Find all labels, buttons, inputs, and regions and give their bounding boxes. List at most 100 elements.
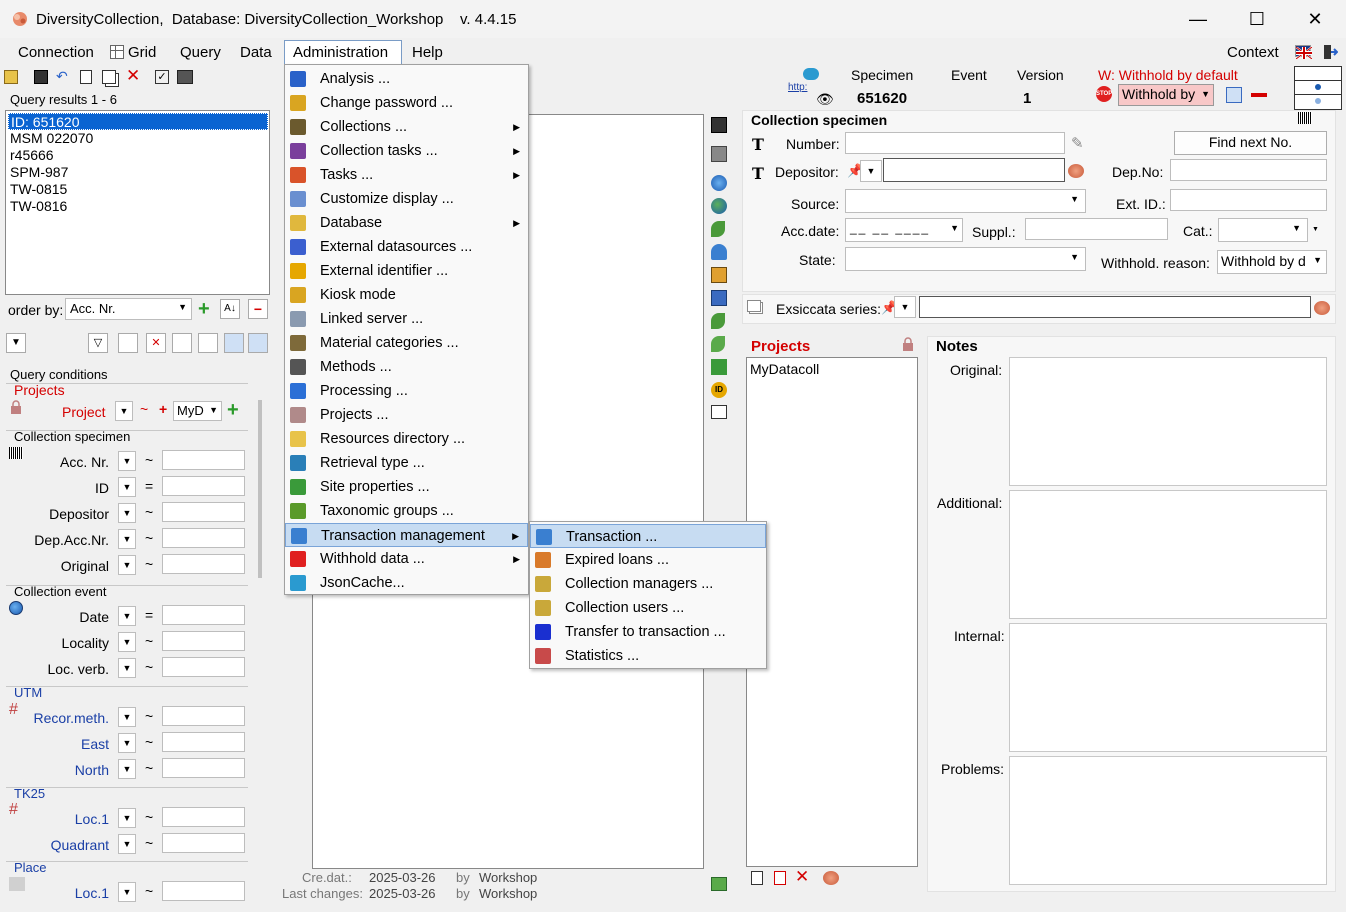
more-icon[interactable]: ▼ xyxy=(1312,226,1319,233)
list-item[interactable]: SPM-987 xyxy=(8,164,68,181)
scrollbar[interactable] xyxy=(258,400,262,578)
eye-icon[interactable]: 👁 xyxy=(816,91,834,108)
open-icon[interactable] xyxy=(4,70,18,84)
admin-menu-item[interactable]: Change password ... xyxy=(285,91,528,115)
filter-icon[interactable]: ▽ xyxy=(88,333,108,353)
menu-context[interactable]: Context xyxy=(1227,44,1279,61)
copy-icon[interactable] xyxy=(102,70,116,84)
globe-search-icon[interactable] xyxy=(711,175,727,191)
menu-help[interactable]: Help xyxy=(412,44,443,61)
grid-view-icon[interactable] xyxy=(177,70,193,84)
new-icon[interactable] xyxy=(80,70,92,84)
add-order-icon[interactable]: + xyxy=(198,298,210,320)
dep-no-input[interactable] xyxy=(1170,159,1327,181)
transaction-menu-item[interactable]: Transaction ... xyxy=(530,524,766,548)
admin-menu-item[interactable]: Collections ... ▶ xyxy=(285,115,528,139)
condition-input[interactable] xyxy=(162,502,245,522)
list-view2-icon[interactable] xyxy=(248,333,268,353)
operator-dropdown[interactable]: ▼ xyxy=(118,808,136,828)
admin-menu-item[interactable]: Resources directory ... xyxy=(285,427,528,451)
exsiccata-input[interactable] xyxy=(919,296,1311,318)
transaction-menu-item[interactable]: Statistics ... xyxy=(530,644,766,668)
operator-dropdown[interactable]: ▼ xyxy=(118,451,136,471)
leaf-icon[interactable] xyxy=(711,221,725,237)
condition-input[interactable] xyxy=(162,758,245,778)
admin-menu-item[interactable]: Analysis ... xyxy=(285,67,528,91)
new-red-icon[interactable] xyxy=(774,871,786,885)
admin-menu-item[interactable]: Kiosk mode xyxy=(285,283,528,307)
menu-grid[interactable]: Grid xyxy=(128,44,156,61)
uk-flag-icon[interactable] xyxy=(1295,45,1313,60)
source-select[interactable]: ▼ xyxy=(845,189,1086,213)
notes-internal-input[interactable] xyxy=(1009,623,1327,752)
admin-menu-item[interactable]: Processing ... xyxy=(285,379,528,403)
leaf2-icon[interactable] xyxy=(711,313,725,329)
new-project-icon[interactable] xyxy=(751,871,763,885)
id-icon[interactable]: ID xyxy=(711,382,727,398)
filter-add-icon[interactable] xyxy=(118,333,138,353)
admin-menu-item[interactable]: Transaction management ▶ xyxy=(285,523,528,547)
withhold-select[interactable]: Withhold by ▼ xyxy=(1118,84,1214,106)
list-item[interactable]: r45666 xyxy=(8,147,54,164)
condition-input[interactable] xyxy=(162,554,245,574)
admin-menu-item[interactable]: External datasources ... xyxy=(285,235,528,259)
admin-menu-item[interactable]: Material categories ... xyxy=(285,331,528,355)
notes-original-input[interactable] xyxy=(1009,357,1327,486)
condition-input[interactable] xyxy=(162,657,245,677)
close-button[interactable]: ✕ xyxy=(1303,8,1327,30)
notes-additional-input[interactable] xyxy=(1009,490,1327,619)
thumbnail-stack[interactable] xyxy=(1294,66,1342,110)
transaction-menu-item[interactable]: Transfer to transaction ... xyxy=(530,620,766,644)
admin-menu-item[interactable]: Database ▶ xyxy=(285,211,528,235)
leaf3-icon[interactable] xyxy=(711,336,725,352)
admin-menu-item[interactable]: Tasks ... ▶ xyxy=(285,163,528,187)
projects-list[interactable]: MyDatacoll xyxy=(746,357,918,867)
expand-icon[interactable]: ▼ xyxy=(6,333,26,353)
list-item[interactable]: TW-0815 xyxy=(8,181,67,198)
condition-input[interactable] xyxy=(162,476,245,496)
find-next-button[interactable]: Find next No. xyxy=(1174,131,1327,155)
menu-administration[interactable]: Administration xyxy=(293,44,388,61)
delete-project-icon[interactable]: ✕ xyxy=(795,867,809,887)
list-item[interactable]: ID: 651620 xyxy=(8,113,268,130)
link-project-icon[interactable] xyxy=(823,871,839,885)
exit-icon[interactable] xyxy=(1322,44,1339,60)
list-item[interactable]: MyDatacoll xyxy=(750,361,819,377)
withhold-reason-select[interactable]: Withhold by d ▼ xyxy=(1217,250,1327,274)
condition-input[interactable] xyxy=(162,605,245,625)
admin-menu-item[interactable]: Projects ... xyxy=(285,403,528,427)
menu-connection[interactable]: Connection xyxy=(18,44,94,61)
minus-dropdown-icon[interactable] xyxy=(1251,93,1267,97)
admin-menu-item[interactable]: Withhold data ... ▶ xyxy=(285,547,528,571)
state-select[interactable]: ▼ xyxy=(845,247,1086,271)
undo-icon[interactable]: ↶ xyxy=(56,68,68,85)
operator-dropdown[interactable]: ▼ xyxy=(118,606,136,626)
order-by-select[interactable]: Acc. Nr. ▼ xyxy=(65,298,192,320)
delete-icon[interactable]: ✕ xyxy=(126,66,140,86)
cloud-icon[interactable] xyxy=(803,68,819,80)
admin-menu-item[interactable]: Methods ... xyxy=(285,355,528,379)
transaction-menu-item[interactable]: Collection managers ... xyxy=(530,572,766,596)
condition-input[interactable] xyxy=(162,528,245,548)
lock-icon[interactable] xyxy=(902,337,914,351)
admin-menu-item[interactable]: Collection tasks ... ▶ xyxy=(285,139,528,163)
pencil-icon[interactable]: ✎ xyxy=(1071,134,1084,152)
book-icon[interactable] xyxy=(711,405,727,419)
operator-dropdown[interactable]: ▼ xyxy=(118,477,136,497)
project-select[interactable]: MyD ▼ xyxy=(173,401,222,421)
save-icon[interactable] xyxy=(34,70,48,84)
operator-dropdown[interactable]: ▼ xyxy=(118,658,136,678)
admin-menu-item[interactable]: Retrieval type ... xyxy=(285,451,528,475)
link-agent-icon[interactable] xyxy=(1068,164,1084,178)
condition-input[interactable] xyxy=(162,706,245,726)
condition-input[interactable] xyxy=(162,881,245,901)
acc-date-input[interactable]: __ __ ____ ▼ xyxy=(845,218,963,242)
list-icon[interactable] xyxy=(711,290,727,306)
operator-dropdown[interactable]: ▼ xyxy=(118,632,136,652)
table-icon[interactable] xyxy=(1226,87,1242,103)
globe-icon[interactable] xyxy=(711,198,727,214)
condition-input[interactable] xyxy=(162,732,245,752)
operator-dropdown[interactable]: ▼ xyxy=(118,529,136,549)
add-image-icon[interactable] xyxy=(711,877,727,891)
admin-menu-item[interactable]: Customize display ... xyxy=(285,187,528,211)
